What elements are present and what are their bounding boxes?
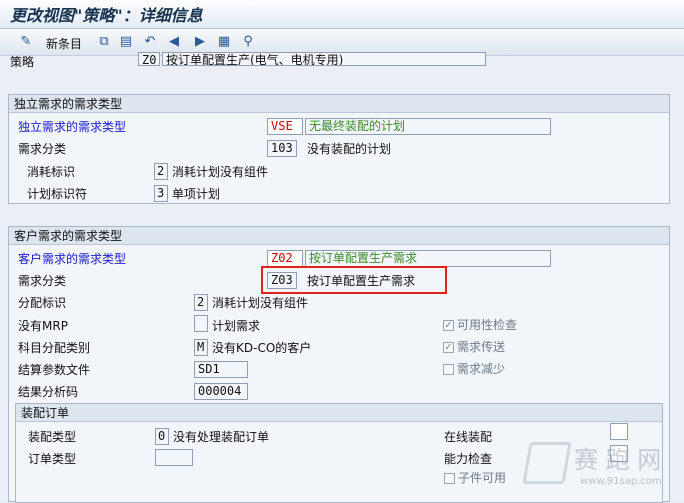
select-all-icon[interactable]: ▦ [216, 34, 232, 50]
copy-icon[interactable]: ⧉ [96, 34, 112, 50]
availability-check-label: 可用性检查 [457, 318, 518, 332]
customer-req-class-label: 需求分类 [18, 274, 67, 288]
account-assignment-description: 没有KD-CO的客户 [212, 341, 312, 355]
assembly-type-field: 0 [155, 428, 169, 445]
new-entries-button[interactable]: 新条目 [46, 35, 82, 52]
window-title: 更改视图"策略"：详细信息 [10, 6, 203, 25]
consumption-indicator-description: 消耗计划没有组件 [172, 165, 269, 179]
results-analysis-key-label: 结果分析码 [18, 385, 79, 399]
account-assignment-label: 科目分配类别 [18, 341, 91, 355]
requirements-transfer-label: 需求传送 [457, 340, 506, 354]
highlight-box [261, 266, 447, 294]
strategy-description-field: 按订单配置生产(电气、电机专用) [162, 52, 486, 66]
order-type-field [155, 449, 193, 466]
consumption-indicator-label: 消耗标识 [27, 165, 76, 179]
planning-indicator-label: 计划标识符 [27, 187, 88, 201]
independent-req-type-label[interactable]: 独立需求的需求类型 [18, 119, 126, 135]
assembly-type-description: 没有处理装配订单 [173, 430, 270, 444]
assembly-type-label: 装配类型 [28, 430, 77, 444]
watermark: 赛 跑 网 www.91sap.com [520, 440, 680, 500]
planning-indicator-field: 3 [154, 185, 168, 202]
previous-entry-icon[interactable]: ◀ [166, 34, 182, 50]
independent-group-title: 独立需求的需求类型 [9, 95, 669, 113]
independent-req-class-label: 需求分类 [18, 142, 67, 156]
strategy-code-field: Z0 [138, 52, 160, 66]
online-assembly-checkbox [610, 423, 628, 440]
components-availability-checkbox [444, 473, 455, 484]
customer-req-type-label[interactable]: 客户需求的需求类型 [18, 251, 126, 267]
requirements-transfer-checkbox: ✓ [443, 342, 454, 353]
no-mrp-field [194, 315, 208, 332]
customer-group-title: 客户需求的需求类型 [9, 227, 669, 245]
results-analysis-key-field: 000004 [194, 383, 248, 400]
assembly-group-title: 装配订单 [16, 404, 662, 422]
components-availability-label: 子件可用 [458, 471, 507, 485]
account-assignment-field: M [194, 339, 208, 356]
allocation-indicator-label: 分配标识 [18, 296, 67, 310]
undo-icon[interactable]: ↶ [142, 34, 158, 50]
title-bar: 更改视图"策略"：详细信息 [0, 0, 684, 29]
planning-indicator-description: 单项计划 [172, 187, 221, 201]
capacity-check-label: 能力检查 [444, 452, 493, 466]
consumption-indicator-field: 2 [154, 163, 168, 180]
allocation-indicator-description: 消耗计划没有组件 [212, 296, 309, 310]
watermark-text: 赛 跑 网 [574, 446, 662, 474]
customer-req-type-input[interactable]: Z02 [267, 250, 303, 267]
online-assembly-label: 在线装配 [444, 430, 493, 444]
display-change-icon[interactable]: ✎ [18, 34, 34, 50]
independent-requirements-group: 独立需求的需求类型 独立需求的需求类型 VSE 无最终装配的计划 需求分类 10… [8, 94, 670, 204]
order-type-label: 订单类型 [28, 452, 77, 466]
strategy-label: 策略 [10, 55, 35, 69]
no-mrp-label: 没有MRP [18, 319, 68, 333]
no-mrp-description: 计划需求 [212, 319, 261, 333]
requirements-reduction-label: 需求减少 [457, 362, 506, 376]
next-entry-icon[interactable]: ▶ [192, 34, 208, 50]
allocation-indicator-field: 2 [194, 294, 208, 311]
delete-icon[interactable]: ▤ [118, 34, 134, 50]
settlement-profile-label: 结算参数文件 [18, 363, 91, 377]
find-icon[interactable]: ⚲ [240, 34, 256, 50]
independent-req-class-description: 没有装配的计划 [307, 142, 392, 156]
availability-check-checkbox: ✓ [443, 320, 454, 331]
customer-req-type-description: 按订单配置生产需求 [305, 250, 551, 267]
watermark-logo-icon [522, 442, 572, 484]
watermark-url: www.91sap.com [580, 476, 662, 487]
settlement-profile-field: SD1 [194, 361, 248, 378]
independent-req-class-field: 103 [267, 140, 297, 157]
requirements-reduction-checkbox [443, 364, 454, 375]
independent-req-type-description: 无最终装配的计划 [305, 118, 551, 135]
independent-req-type-input[interactable]: VSE [267, 118, 303, 135]
